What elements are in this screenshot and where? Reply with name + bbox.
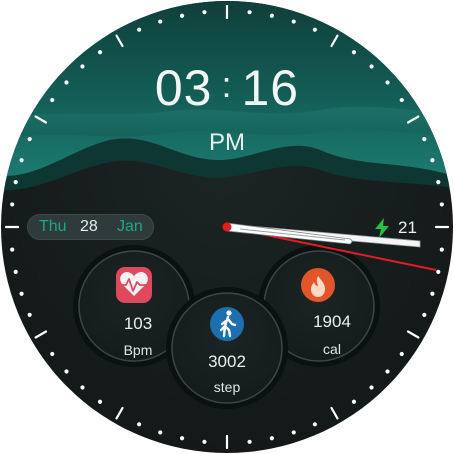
minute-tick-dot — [158, 430, 163, 435]
minute-tick-dot — [158, 19, 163, 24]
time-period: PM — [209, 129, 245, 156]
charging-bolt-icon — [375, 218, 389, 238]
calories-unit: cal — [323, 341, 341, 357]
minute-tick-dot — [13, 179, 18, 185]
minute-tick-dot — [430, 158, 435, 163]
minute-tick-dot — [369, 385, 374, 390]
minute-tick-dot — [10, 247, 15, 252]
minute-tick-dot — [97, 50, 103, 55]
minute-tick-dot — [247, 10, 252, 15]
minute-tick-dot — [269, 13, 275, 18]
minute-tick-dot — [179, 436, 185, 441]
minute-tick-dot — [80, 385, 85, 390]
minute-tick-dot — [430, 291, 435, 296]
minute-tick-dot — [19, 158, 24, 163]
date-day: 28 — [80, 218, 98, 235]
hands-center-cap — [222, 222, 232, 232]
minute-tick-dot — [64, 369, 69, 374]
watch-face: 03:16 PM Thu 28 Jan 21 103 Bpm 1904 cal … — [0, 0, 454, 454]
minute-tick-dot — [385, 369, 390, 374]
minute-tick-dot — [202, 439, 207, 444]
minute-tick-dot — [50, 351, 55, 357]
minute-tick-dot — [19, 291, 24, 296]
time-minutes: 16 — [241, 60, 300, 116]
minute-tick-dot — [27, 312, 32, 317]
minute-tick-dot — [439, 202, 444, 207]
flame-icon — [301, 268, 335, 302]
time-separator: : — [221, 64, 233, 105]
walking-person-icon — [210, 307, 244, 341]
minute-tick-dot — [247, 439, 252, 444]
minute-tick-dot — [137, 422, 142, 427]
minute-tick-dot — [13, 269, 18, 275]
minute-tick-dot — [436, 269, 441, 275]
minute-tick-dot — [179, 13, 185, 18]
minute-tick-dot — [312, 422, 317, 427]
date-weekday: Thu — [39, 218, 67, 235]
date-month: Jan — [117, 218, 143, 235]
minute-tick-dot — [399, 351, 404, 357]
minute-tick-dot — [202, 10, 207, 15]
steps-value: 3002 — [208, 352, 246, 371]
minute-tick-dot — [291, 19, 296, 24]
minute-tick-dot — [351, 399, 357, 404]
minute-tick-dot — [291, 430, 296, 435]
calories-value: 1904 — [313, 312, 351, 331]
battery-level: 21 — [398, 218, 417, 237]
digital-time: 03:16 — [0, 58, 454, 118]
heart-rate-value: 103 — [123, 314, 153, 333]
heart-rate-unit: Bpm — [123, 342, 153, 358]
date-display[interactable]: Thu 28 Jan — [27, 214, 154, 240]
heart-pulse-icon — [116, 267, 152, 303]
minute-tick-dot — [97, 399, 103, 404]
steps-unit: step — [213, 379, 241, 395]
minute-tick-dot — [436, 179, 441, 185]
minute-tick-dot — [439, 247, 444, 252]
minute-tick-dot — [351, 50, 357, 55]
minute-tick-dot — [312, 27, 317, 32]
battery-indicator[interactable]: 21 — [374, 216, 417, 240]
minute-tick-dot — [422, 312, 427, 317]
time-hours: 03 — [154, 60, 213, 116]
minute-tick-dot — [269, 436, 275, 441]
minute-tick-dot — [137, 27, 142, 32]
minute-tick-dot — [10, 202, 15, 207]
